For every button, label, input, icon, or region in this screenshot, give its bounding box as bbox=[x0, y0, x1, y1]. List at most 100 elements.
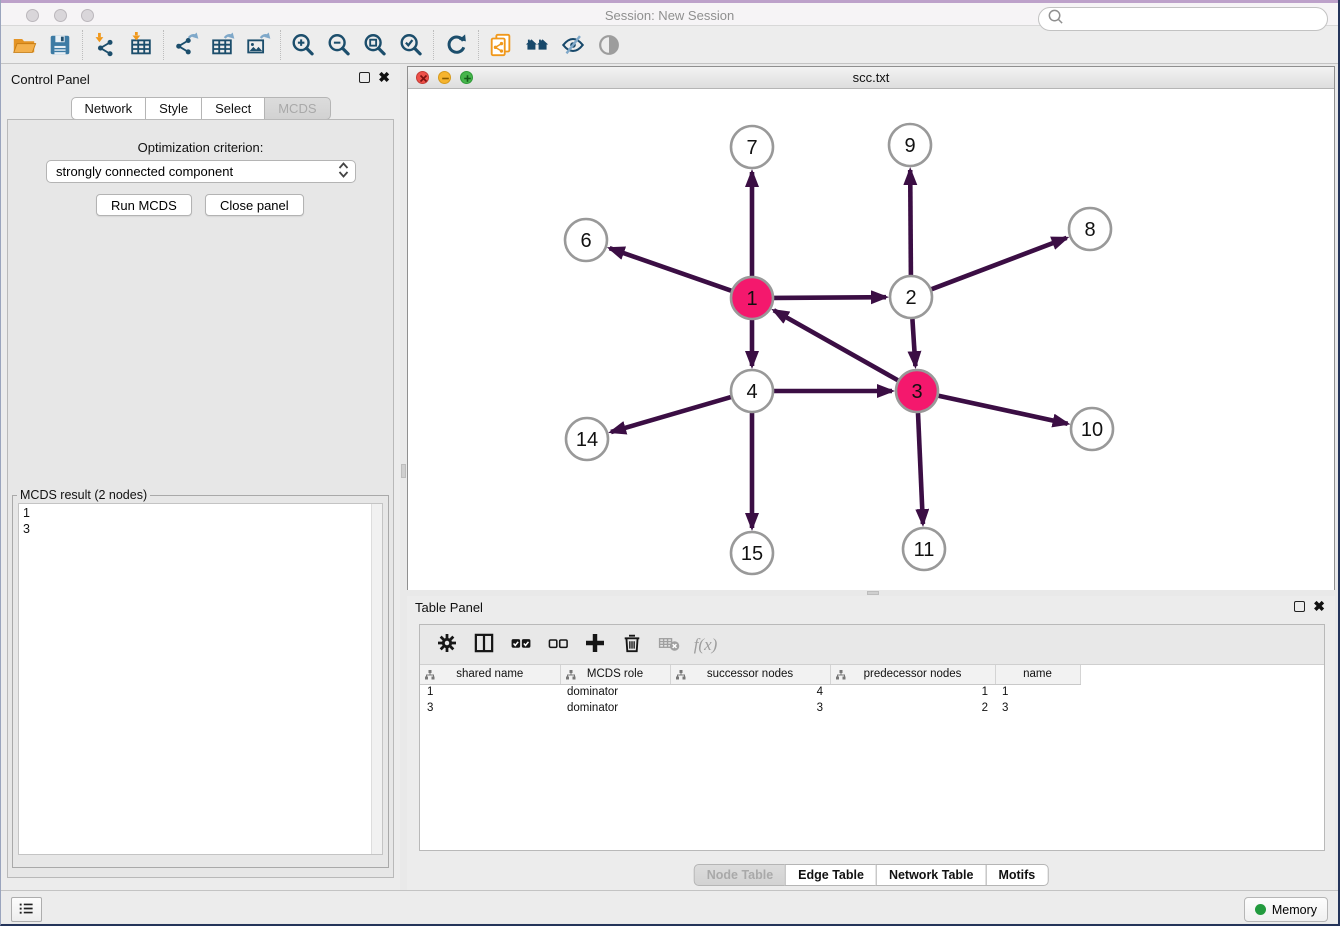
graph-node-14[interactable]: 14 bbox=[566, 418, 608, 460]
delete-column-button[interactable] bbox=[613, 628, 650, 662]
close-panel-button[interactable]: Close panel bbox=[205, 194, 304, 216]
graph-node-11[interactable]: 11 bbox=[903, 528, 945, 570]
graph-node-15[interactable]: 15 bbox=[731, 532, 773, 574]
export-network-icon bbox=[173, 32, 199, 58]
control-panel-float-icon[interactable] bbox=[359, 72, 370, 83]
graph-node-9[interactable]: 9 bbox=[889, 124, 931, 166]
show-all-icon bbox=[596, 32, 622, 58]
tab-network[interactable]: Network bbox=[70, 97, 146, 120]
add-column-icon bbox=[583, 631, 607, 658]
import-network-button[interactable] bbox=[87, 28, 123, 62]
tab-select[interactable]: Select bbox=[201, 97, 265, 120]
export-image-button[interactable] bbox=[240, 28, 276, 62]
edge-2-9[interactable] bbox=[910, 170, 911, 275]
table-row[interactable]: 1dominator411 bbox=[420, 684, 1080, 700]
column-header-MCDS-role[interactable]: MCDS role bbox=[560, 665, 670, 684]
first-neighbors-button[interactable] bbox=[519, 28, 555, 62]
delete-table-button[interactable] bbox=[650, 628, 687, 662]
cell-0-4[interactable]: 1 bbox=[995, 684, 1080, 700]
cell-0-2[interactable]: 4 bbox=[670, 684, 830, 700]
network-graph[interactable]: 1 2 3 4 6 7 8 9 10 11 14 15 bbox=[408, 89, 1334, 590]
control-panel: Control Panel ✖ NetworkStyleSelectMCDS O… bbox=[1, 64, 400, 890]
memory-button[interactable]: Memory bbox=[1244, 897, 1328, 922]
search-input[interactable] bbox=[1069, 12, 1319, 26]
edge-3-10[interactable] bbox=[939, 396, 1068, 424]
graph-node-3[interactable]: 3 bbox=[896, 370, 938, 412]
cell-0-3[interactable]: 1 bbox=[830, 684, 995, 700]
cell-0-1[interactable]: dominator bbox=[560, 684, 670, 700]
vertical-splitter[interactable] bbox=[400, 64, 407, 890]
task-history-button[interactable] bbox=[11, 897, 42, 922]
select-all-columns-button[interactable] bbox=[502, 628, 539, 662]
edge-3-1[interactable] bbox=[774, 310, 898, 380]
table-panel-float-icon[interactable] bbox=[1294, 601, 1305, 612]
open-session-button[interactable] bbox=[6, 28, 42, 62]
tab-motifs[interactable]: Motifs bbox=[985, 864, 1048, 886]
split-view-button[interactable] bbox=[465, 628, 502, 662]
tab-style[interactable]: Style bbox=[145, 97, 202, 120]
column-header-successor-nodes[interactable]: successor nodes bbox=[670, 665, 830, 684]
zoom-out-button[interactable] bbox=[321, 28, 357, 62]
network-canvas[interactable]: 1 2 3 4 6 7 8 9 10 11 14 15 bbox=[408, 89, 1334, 590]
node-table[interactable]: shared nameMCDS rolesuccessor nodesprede… bbox=[420, 665, 1081, 716]
graph-node-2[interactable]: 2 bbox=[890, 276, 932, 318]
search-box[interactable] bbox=[1038, 7, 1328, 31]
network-window-titlebar[interactable]: scc.txt bbox=[408, 67, 1334, 89]
cell-1-2[interactable]: 3 bbox=[670, 700, 830, 716]
graph-node-8[interactable]: 8 bbox=[1069, 208, 1111, 250]
zoom-selected-button[interactable] bbox=[393, 28, 429, 62]
graph-node-10[interactable]: 10 bbox=[1071, 408, 1113, 450]
edge-2-3[interactable] bbox=[912, 319, 915, 366]
edge-1-2[interactable] bbox=[774, 297, 886, 298]
svg-text:2: 2 bbox=[905, 287, 916, 309]
show-all-button[interactable] bbox=[591, 28, 627, 62]
cell-0-0[interactable]: 1 bbox=[420, 684, 560, 700]
tab-node-table[interactable]: Node Table bbox=[694, 864, 786, 886]
result-scrollbar[interactable] bbox=[371, 504, 382, 854]
cell-1-0[interactable]: 3 bbox=[420, 700, 560, 716]
criterion-dropdown[interactable]: strongly connected component bbox=[46, 160, 356, 183]
table-panel-close-icon[interactable]: ✖ bbox=[1313, 601, 1325, 612]
zoom-fit-button[interactable] bbox=[357, 28, 393, 62]
search-icon bbox=[1047, 8, 1064, 30]
cell-1-4[interactable]: 3 bbox=[995, 700, 1080, 716]
column-header-shared-name[interactable]: shared name bbox=[420, 665, 560, 684]
tab-network-table[interactable]: Network Table bbox=[876, 864, 987, 886]
export-network-button[interactable] bbox=[168, 28, 204, 62]
cell-1-1[interactable]: dominator bbox=[560, 700, 670, 716]
edge-3-11[interactable] bbox=[918, 413, 923, 524]
zoom-in-button[interactable] bbox=[285, 28, 321, 62]
edge-4-14[interactable] bbox=[611, 397, 731, 432]
table-row[interactable]: 3dominator323 bbox=[420, 700, 1080, 716]
graph-node-4[interactable]: 4 bbox=[731, 370, 773, 412]
export-image-icon bbox=[245, 32, 271, 58]
new-network-from-selection-button[interactable] bbox=[483, 28, 519, 62]
cell-1-3[interactable]: 2 bbox=[830, 700, 995, 716]
graph-node-1[interactable]: 1 bbox=[731, 277, 773, 319]
settings-gear-button[interactable] bbox=[428, 628, 465, 662]
deselect-all-columns-button[interactable] bbox=[539, 628, 576, 662]
column-header-name[interactable]: name bbox=[995, 665, 1080, 684]
hide-selected-button[interactable] bbox=[555, 28, 591, 62]
edge-2-8[interactable] bbox=[932, 238, 1067, 289]
function-builder-button[interactable]: f(x) bbox=[687, 628, 724, 662]
add-column-button[interactable] bbox=[576, 628, 613, 662]
control-panel-close-icon[interactable]: ✖ bbox=[378, 72, 390, 83]
hide-selected-icon bbox=[560, 32, 586, 58]
graph-node-6[interactable]: 6 bbox=[565, 219, 607, 261]
graph-node-7[interactable]: 7 bbox=[731, 126, 773, 168]
main-toolbar bbox=[1, 26, 1338, 64]
tab-edge-table[interactable]: Edge Table bbox=[785, 864, 877, 886]
mcds-panel: Optimization criterion: strongly connect… bbox=[7, 119, 394, 878]
refresh-button[interactable] bbox=[438, 28, 474, 62]
run-mcds-button[interactable]: Run MCDS bbox=[96, 194, 192, 216]
save-session-button[interactable] bbox=[42, 28, 78, 62]
tab-mcds[interactable]: MCDS bbox=[264, 97, 330, 120]
import-network-icon bbox=[92, 32, 118, 58]
edge-1-6[interactable] bbox=[610, 248, 732, 291]
export-table-button[interactable] bbox=[204, 28, 240, 62]
toolbar-separator bbox=[478, 30, 479, 60]
import-table-button[interactable] bbox=[123, 28, 159, 62]
table-toolbar: f(x) bbox=[420, 625, 1324, 665]
column-header-predecessor-nodes[interactable]: predecessor nodes bbox=[830, 665, 995, 684]
